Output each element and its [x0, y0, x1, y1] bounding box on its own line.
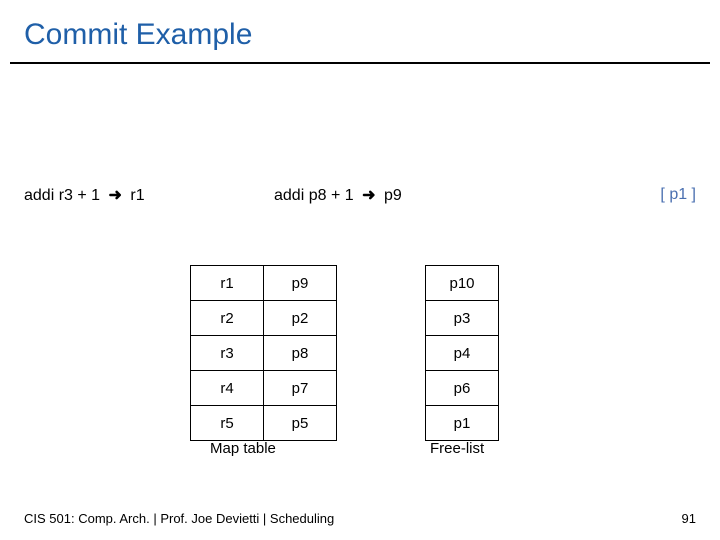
instruction-after: addi p8 + 1 ➜ p9 — [274, 185, 524, 205]
footer-left: CIS 501: Comp. Arch. | Prof. Joe Deviett… — [24, 511, 334, 526]
instr-before-dest: r1 — [130, 187, 144, 204]
map-reg-cell: r1 — [191, 266, 264, 301]
map-table-label: Map table — [210, 440, 276, 457]
table-row: r5 p5 — [191, 406, 337, 441]
free-list-cell: p6 — [426, 371, 499, 406]
table-row: r3 p8 — [191, 336, 337, 371]
table-row: p4 — [426, 336, 499, 371]
instruction-before: addi r3 + 1 ➜ r1 — [24, 185, 274, 205]
instr-after-op: addi p8 + 1 — [274, 187, 354, 204]
table-row: r1 p9 — [191, 266, 337, 301]
map-phys-cell: p8 — [264, 336, 337, 371]
table-row: p10 — [426, 266, 499, 301]
arrow-icon: ➜ — [109, 185, 122, 205]
map-reg-cell: r3 — [191, 336, 264, 371]
table-row: r2 p2 — [191, 301, 337, 336]
instr-after-dest: p9 — [384, 187, 402, 204]
table-row: p1 — [426, 406, 499, 441]
free-list-label: Free-list — [430, 440, 484, 457]
table-row: p3 — [426, 301, 499, 336]
free-list-cell: p1 — [426, 406, 499, 441]
instruction-bracket: [ p1 ] — [616, 186, 696, 204]
map-reg-cell: r2 — [191, 301, 264, 336]
title-underline — [10, 62, 710, 64]
arrow-icon: ➜ — [362, 185, 375, 205]
slide-title: Commit Example — [24, 18, 252, 52]
slide-number: 91 — [682, 511, 696, 526]
slide: Commit Example addi r3 + 1 ➜ r1 addi p8 … — [0, 0, 720, 540]
table-row: r4 p7 — [191, 371, 337, 406]
free-list-cell: p10 — [426, 266, 499, 301]
instr-before-op: addi r3 + 1 — [24, 187, 100, 204]
free-list-table: p10 p3 p4 p6 p1 — [425, 265, 499, 441]
map-phys-cell: p2 — [264, 301, 337, 336]
map-reg-cell: r5 — [191, 406, 264, 441]
instruction-row: addi r3 + 1 ➜ r1 addi p8 + 1 ➜ p9 [ p1 ] — [24, 185, 696, 205]
map-phys-cell: p5 — [264, 406, 337, 441]
free-list-cell: p4 — [426, 336, 499, 371]
map-reg-cell: r4 — [191, 371, 264, 406]
map-phys-cell: p9 — [264, 266, 337, 301]
table-row: p6 — [426, 371, 499, 406]
free-list-cell: p3 — [426, 301, 499, 336]
map-table: r1 p9 r2 p2 r3 p8 r4 p7 r5 p5 — [190, 265, 337, 441]
map-phys-cell: p7 — [264, 371, 337, 406]
